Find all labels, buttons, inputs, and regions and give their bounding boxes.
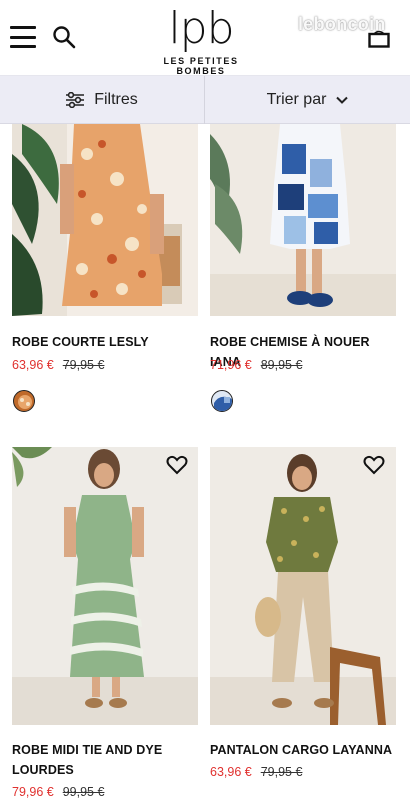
- logo-subtitle: LES PETITES BOMBES: [163, 56, 239, 76]
- sort-label: Trier par: [266, 91, 327, 108]
- color-swatch[interactable]: [211, 390, 233, 412]
- site-header: lpb LES PETITES BOMBES leboncoin: [0, 0, 410, 76]
- product-card[interactable]: PANTALON CARGO LAYANNA 63,96 € 79,95 €: [210, 447, 396, 800]
- product-prices: 79,96 € 99,95 €: [12, 785, 104, 799]
- heart-icon[interactable]: [363, 455, 385, 475]
- product-prices: 63,96 € 79,95 €: [12, 358, 104, 372]
- original-price: 99,95 €: [62, 785, 105, 799]
- product-image[interactable]: [12, 447, 198, 725]
- product-title[interactable]: ROBE COURTE LESLY: [12, 332, 198, 352]
- filters-button[interactable]: Filtres: [0, 76, 205, 124]
- product-card[interactable]: ROBE COURTE LESLY 63,96 € 79,95 €: [12, 124, 198, 414]
- product-image[interactable]: [210, 124, 396, 316]
- original-price: 79,95 €: [260, 765, 303, 779]
- product-title[interactable]: PANTALON CARGO LAYANNA: [210, 740, 396, 760]
- product-title-line2[interactable]: LOURDES: [12, 760, 198, 780]
- sale-price: 79,96 €: [12, 785, 54, 799]
- brand-logo[interactable]: lpb LES PETITES BOMBES: [140, 3, 262, 77]
- product-image[interactable]: [12, 124, 198, 316]
- sale-price: 63,96 €: [12, 358, 54, 372]
- sliders-icon: [66, 92, 85, 108]
- original-price: 79,95 €: [62, 358, 105, 372]
- filters-label: Filtres: [94, 91, 138, 108]
- sort-button[interactable]: Trier par: [205, 76, 410, 124]
- color-swatch[interactable]: [13, 390, 35, 412]
- menu-icon[interactable]: [10, 26, 36, 48]
- product-card[interactable]: ROBE MIDI TIE AND DYE LOURDES 79,96 € 99…: [12, 447, 198, 800]
- logo-mark: lpb: [168, 3, 234, 54]
- shopping-bag-icon[interactable]: [368, 30, 390, 48]
- sale-price: 63,96 €: [210, 765, 252, 779]
- product-image[interactable]: [210, 447, 396, 725]
- filter-sort-bar: Filtres Trier par: [0, 76, 410, 124]
- chevron-down-icon: [336, 96, 349, 104]
- original-price: 89,95 €: [260, 358, 303, 372]
- product-prices: 63,96 € 79,95 €: [210, 765, 302, 779]
- product-title[interactable]: ROBE MIDI TIE AND DYE: [12, 740, 198, 760]
- heart-icon[interactable]: [166, 455, 188, 475]
- product-card[interactable]: ROBE CHEMISE À NOUER IANA 71,96 € 89,95 …: [210, 124, 396, 414]
- search-icon[interactable]: [52, 25, 76, 49]
- product-prices: 71,96 € 89,95 €: [210, 358, 302, 372]
- sale-price: 71,96 €: [210, 358, 252, 372]
